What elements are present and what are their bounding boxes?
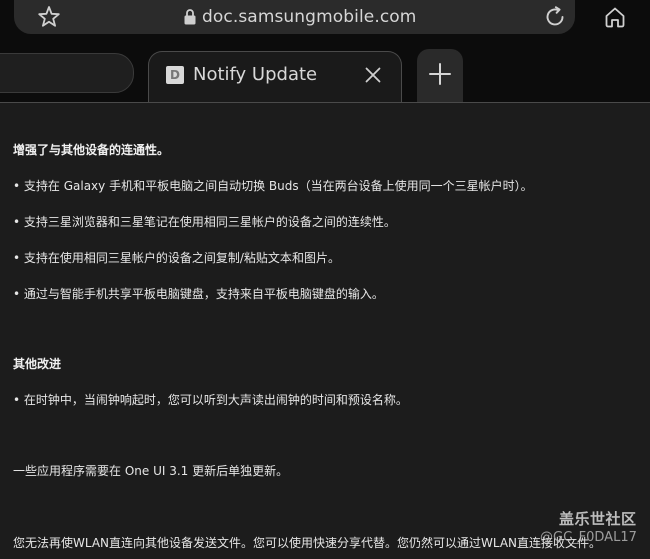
- home-icon[interactable]: [602, 4, 628, 30]
- close-icon[interactable]: [363, 65, 383, 85]
- list-item: • 在时钟中，当闹钟响起时，您可以听到大声读出闹钟的时间和预设名称。: [13, 393, 408, 407]
- section-heading-other: 其他改进: [13, 357, 62, 371]
- list-item: • 支持在使用相同三星帐户的设备之间复制/粘贴文本和图片。: [13, 251, 340, 265]
- lock-icon: [183, 8, 197, 26]
- section-heading-connectivity: 增强了与其他设备的连通性。: [13, 143, 170, 157]
- tab-title: Notify Update: [193, 64, 318, 85]
- list-item: • 通过与智能手机共享平板电脑键盘，支持来自平板电脑键盘的输入。: [13, 287, 384, 301]
- new-tab-button[interactable]: [417, 49, 463, 107]
- star-icon[interactable]: [36, 4, 62, 30]
- address-bar-row: doc.samsungmobile.com: [0, 0, 650, 44]
- browser-window: doc.samsungmobile.com D Notify Update 增强…: [0, 0, 650, 559]
- watermark-user: @GC_F0DAL17: [540, 530, 637, 545]
- watermark-site: 盖乐世社区: [559, 510, 637, 528]
- tab-inactive[interactable]: [0, 53, 134, 93]
- plus-icon: [429, 63, 451, 85]
- reload-icon[interactable]: [542, 4, 568, 30]
- url-bar[interactable]: doc.samsungmobile.com: [14, 0, 575, 34]
- favicon: D: [166, 66, 184, 84]
- page-content: 增强了与其他设备的连通性。 • 支持在 Galaxy 手机和平板电脑之间自动切换…: [0, 102, 650, 559]
- paragraph: 一些应用程序需要在 One UI 3.1 更新后单独更新。: [13, 464, 289, 478]
- list-item: • 支持在 Galaxy 手机和平板电脑之间自动切换 Buds（当在两台设备上使…: [13, 179, 533, 193]
- url-text[interactable]: doc.samsungmobile.com: [202, 4, 416, 30]
- paragraph: 您无法再使WLAN直连向其他设备发送文件。您可以使用快速分享代替。您仍然可以通过…: [13, 536, 602, 550]
- tab-strip: D Notify Update: [0, 44, 650, 112]
- list-item: • 支持三星浏览器和三星笔记在使用相同三星帐户的设备之间的连续性。: [13, 215, 396, 229]
